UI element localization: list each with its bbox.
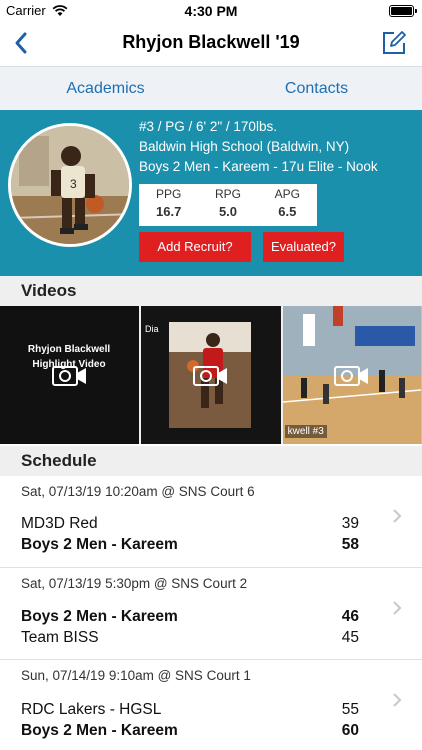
status-time: 4:30 PM xyxy=(184,3,238,19)
videos-heading: Videos xyxy=(0,276,422,306)
video-camera-icon xyxy=(334,366,369,386)
game-team-1: Boys 2 Men - Kareem xyxy=(21,608,178,625)
player-measurements: #3 / PG / 6' 2" / 170lbs. xyxy=(139,119,277,134)
video-camera-icon xyxy=(192,366,227,386)
game-datetime: Sun, 07/14/19 9:10am @ SNS Court 1 xyxy=(21,668,251,683)
schedule-game-row[interactable]: Sat, 07/13/19 10:20am @ SNS Court 6 MD3D… xyxy=(0,476,422,568)
video-thumbnail[interactable]: Rhyjon Blackwell Highlight Video xyxy=(0,306,140,444)
schedule-game-row[interactable]: Sat, 07/13/19 5:30pm @ SNS Court 2 Boys … xyxy=(0,568,422,660)
videos-strip: Rhyjon Blackwell Highlight Video Dia kwe… xyxy=(0,306,422,444)
svg-text:Dia: Dia xyxy=(145,324,159,334)
game-datetime: Sat, 07/13/19 5:30pm @ SNS Court 2 xyxy=(21,576,248,591)
game-score-1: 55 xyxy=(341,701,359,718)
video-title: kwell #3 xyxy=(284,425,327,438)
video-thumbnail[interactable]: Dia xyxy=(141,306,281,444)
stat-value: 16.7 xyxy=(156,204,182,219)
stat-label: PPG xyxy=(155,187,182,201)
tab-academics[interactable]: Academics xyxy=(0,67,211,110)
chevron-right-icon xyxy=(393,509,402,523)
video-camera-icon xyxy=(51,366,86,386)
stat-value: 5.0 xyxy=(218,204,238,219)
schedule-game-row[interactable]: Sun, 07/14/19 9:10am @ SNS Court 1 RDC L… xyxy=(0,660,422,750)
player-school: Baldwin High School (Baldwin, NY) xyxy=(139,139,350,154)
stat-label: APG xyxy=(274,187,300,201)
game-score-2: 45 xyxy=(341,629,359,646)
navigation-bar: Rhyjon Blackwell '19 xyxy=(0,22,422,66)
stat-value: 6.5 xyxy=(278,204,297,219)
tab-contacts[interactable]: Contacts xyxy=(211,67,422,110)
game-score-2: 58 xyxy=(341,536,359,553)
stat-label: RPG xyxy=(214,187,241,201)
game-team-1: MD3D Red xyxy=(21,515,98,532)
stats-box: PPG 16.7 RPG 5.0 APG 6.5 xyxy=(139,184,317,226)
player-info: #3 / PG / 6' 2" / 170lbs. Baldwin High S… xyxy=(139,117,378,177)
player-team: Boys 2 Men - Kareem - 17u Elite - Nook xyxy=(139,159,378,174)
player-avatar: 3 xyxy=(8,123,132,247)
game-score-1: 39 xyxy=(341,515,359,532)
page-title: Rhyjon Blackwell '19 xyxy=(122,32,300,52)
evaluated-button[interactable]: Evaluated? xyxy=(263,232,344,262)
schedule-heading: Schedule xyxy=(0,446,422,476)
stat-apg: APG 6.5 xyxy=(258,184,317,226)
game-team-2: Team BISS xyxy=(21,629,99,646)
chevron-right-icon xyxy=(393,601,402,615)
svg-text:3: 3 xyxy=(70,177,77,191)
chevron-right-icon xyxy=(393,693,402,707)
game-team-1: RDC Lakers - HGSL xyxy=(21,701,162,718)
profile-tabs: Academics Contacts xyxy=(0,66,422,110)
player-profile-card: 3 #3 / PG / 6' 2" / 170lbs. Baldwin High… xyxy=(0,110,422,276)
add-recruit-button[interactable]: Add Recruit? xyxy=(139,232,251,262)
game-team-2: Boys 2 Men - Kareem xyxy=(21,722,178,739)
game-score-1: 46 xyxy=(341,608,359,625)
status-bar: Carrier 4:30 PM xyxy=(0,0,422,22)
edit-icon[interactable] xyxy=(380,29,408,57)
battery-icon xyxy=(389,5,417,17)
video-thumbnail[interactable]: kwell #3 xyxy=(282,306,422,444)
stat-rpg: RPG 5.0 xyxy=(198,184,257,226)
stat-ppg: PPG 16.7 xyxy=(139,184,198,226)
game-score-2: 60 xyxy=(341,722,359,739)
game-team-2: Boys 2 Men - Kareem xyxy=(21,536,178,553)
game-datetime: Sat, 07/13/19 10:20am @ SNS Court 6 xyxy=(21,484,255,499)
